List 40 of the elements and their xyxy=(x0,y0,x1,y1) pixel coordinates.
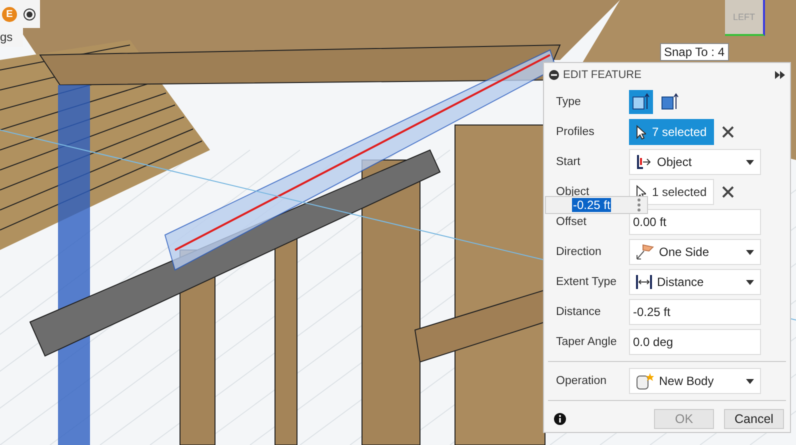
inline-distance-input[interactable]: -0.25 ft xyxy=(545,196,648,214)
caret-icon xyxy=(746,280,754,284)
distance-icon xyxy=(636,274,652,290)
selection-button[interactable]: 7 selected xyxy=(629,119,714,145)
field-label: Profiles xyxy=(556,126,596,138)
field-label: Distance xyxy=(556,306,602,318)
start-object-icon xyxy=(636,154,652,170)
clear-icon[interactable] xyxy=(722,186,734,198)
input-field[interactable]: 0.0 deg xyxy=(629,329,761,355)
radio-target-icon[interactable] xyxy=(23,8,36,20)
field-label: Direction xyxy=(556,246,602,258)
field-label: Taper Angle xyxy=(556,336,618,348)
cursor-icon xyxy=(636,124,646,140)
browser-label[interactable]: gs xyxy=(0,27,23,47)
extrude-type-button[interactable] xyxy=(629,90,653,114)
new-body-icon xyxy=(636,372,654,390)
expand-icon[interactable] xyxy=(775,71,785,79)
field-label: Operation xyxy=(556,374,608,388)
field-label: Extent Type xyxy=(556,276,618,288)
caret-icon xyxy=(746,250,754,254)
field-label: Type xyxy=(556,96,582,108)
info-icon[interactable] xyxy=(554,412,566,424)
dropdown[interactable]: Distance xyxy=(629,269,761,295)
input-field[interactable]: 0.00 ft xyxy=(629,209,761,235)
field-label: Start xyxy=(556,156,582,168)
panel-title: EDIT FEATURE xyxy=(563,69,642,81)
snap-tooltip: Snap To : 4 xyxy=(660,43,728,61)
caret-icon xyxy=(746,378,754,384)
dropdown[interactable]: New Body xyxy=(629,368,761,394)
dialog-button[interactable]: Cancel xyxy=(724,408,784,428)
drag-handle-icon[interactable] xyxy=(637,198,641,212)
dropdown[interactable]: One Side xyxy=(629,239,761,265)
collapse-icon[interactable] xyxy=(549,70,559,80)
field-label: Offset xyxy=(556,216,588,228)
selection-button[interactable]: 1 selected xyxy=(629,179,714,205)
field-label: Object xyxy=(556,186,590,198)
input-field[interactable]: -0.25 ft xyxy=(629,299,761,325)
clear-icon[interactable] xyxy=(722,126,734,138)
flag-arrow-icon xyxy=(636,244,654,260)
dropdown[interactable]: Object xyxy=(629,149,761,175)
